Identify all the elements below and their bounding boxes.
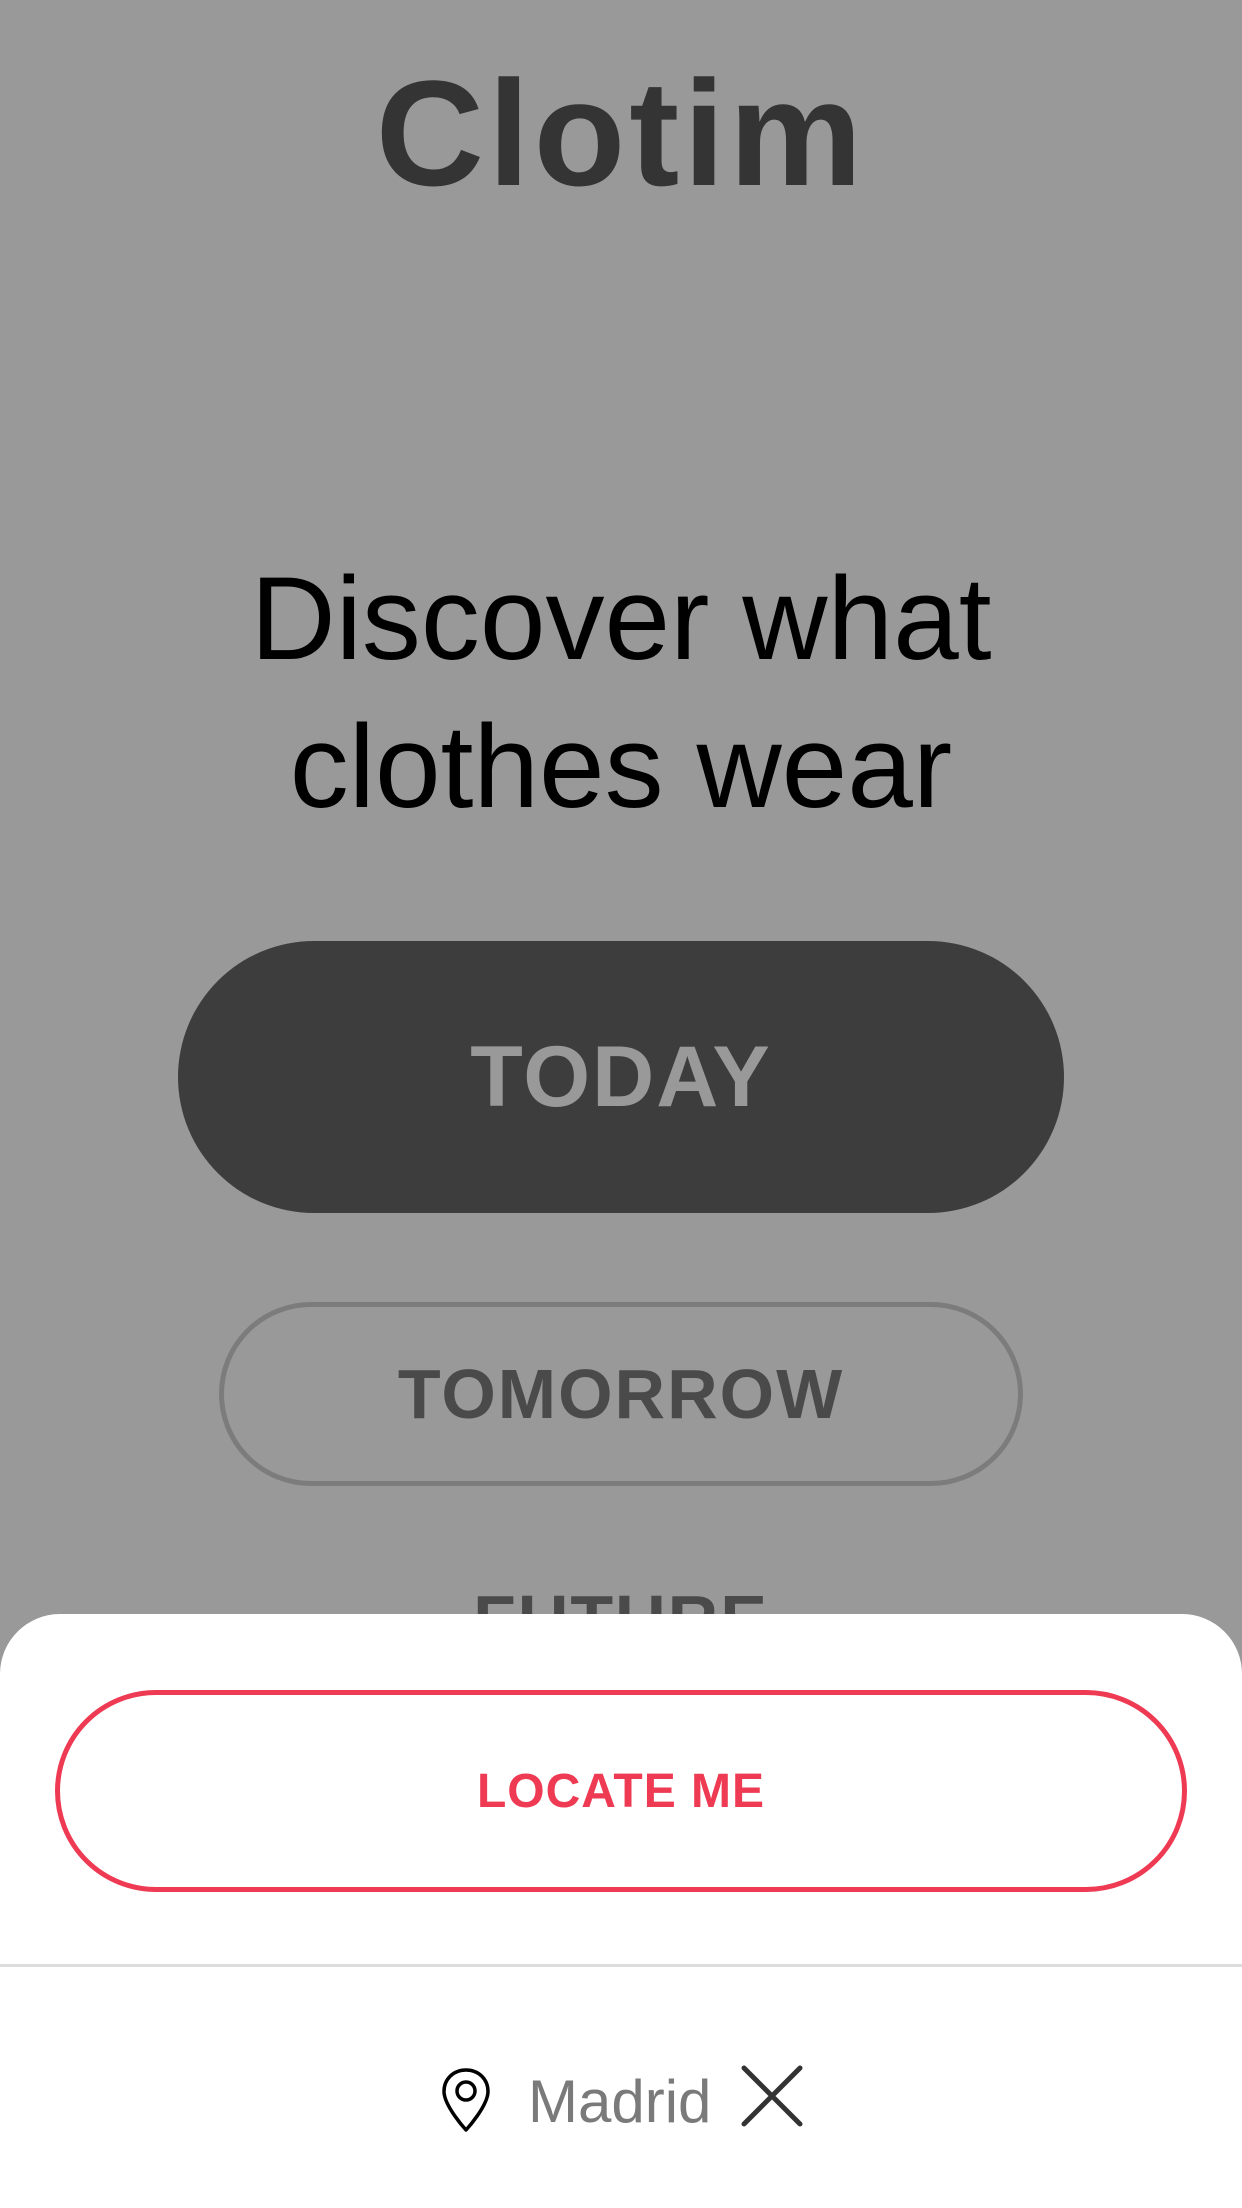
close-icon[interactable] xyxy=(738,2062,806,2130)
map-pin-icon xyxy=(442,2068,490,2132)
app-logo: Clotim xyxy=(375,49,867,217)
city-name: Madrid xyxy=(528,2068,712,2135)
tomorrow-button[interactable]: TOMORROW xyxy=(219,1302,1023,1486)
tagline: Discover what clothes wear xyxy=(0,545,1242,841)
selected-location-row: Madrid xyxy=(0,2054,1242,2164)
divider xyxy=(0,1964,1242,1967)
app-screen: Clotim Discover what clothes wear TODAY … xyxy=(0,0,1242,2208)
tagline-line-1: Discover what xyxy=(250,553,992,685)
today-button[interactable]: TODAY xyxy=(178,941,1064,1213)
tagline-line-2: clothes wear xyxy=(289,701,953,833)
location-bottom-sheet: LOCATE ME Madrid xyxy=(0,1614,1242,2208)
locate-me-button[interactable]: LOCATE ME xyxy=(55,1690,1187,1892)
